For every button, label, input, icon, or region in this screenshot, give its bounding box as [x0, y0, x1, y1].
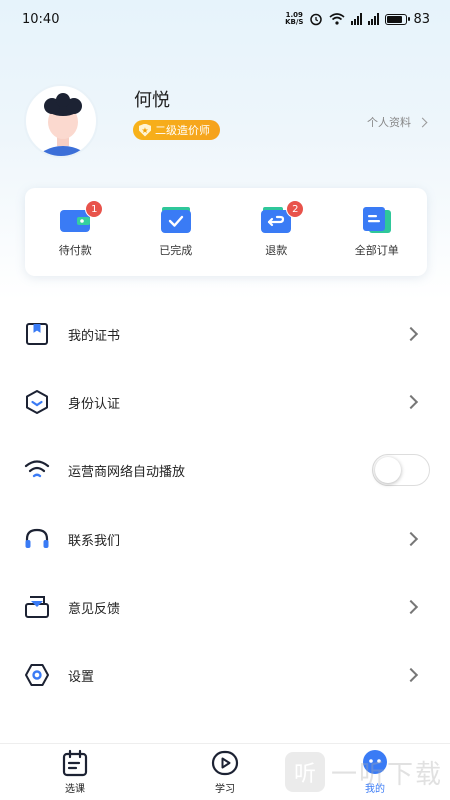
- completed-icon: [160, 207, 191, 233]
- settings-icon: [24, 662, 50, 688]
- alarm-icon: [310, 13, 323, 26]
- all-orders-icon: [362, 207, 391, 233]
- menu-item-feedback[interactable]: 意见反馈: [0, 577, 450, 637]
- feedback-icon: [24, 594, 50, 620]
- watermark-text: 一听下载: [331, 759, 444, 790]
- menu-item-contact[interactable]: 联系我们: [0, 509, 450, 569]
- user-name: 何悦: [134, 90, 170, 111]
- order-completed[interactable]: 已完成: [136, 206, 216, 258]
- signal-icon-2: [368, 13, 380, 25]
- menu-label: 意见反馈: [68, 601, 121, 617]
- toggle-knob: [375, 457, 401, 483]
- chevron-right-icon: [417, 117, 428, 127]
- nav-study[interactable]: 学习: [185, 749, 265, 795]
- nav-courses[interactable]: 选课: [35, 749, 115, 795]
- order-label: 已完成: [159, 244, 193, 257]
- net-speed-unit: KB/S: [285, 18, 304, 26]
- menu-item-identity[interactable]: 身份认证: [0, 372, 450, 432]
- watermark-logo: 听: [285, 752, 325, 792]
- identity-icon: [24, 389, 50, 415]
- autoplay-toggle[interactable]: [372, 454, 430, 486]
- play-icon: [211, 750, 239, 776]
- order-label: 待付款: [58, 244, 92, 257]
- calendar-icon: [62, 749, 88, 777]
- status-icons: 1.09 KB/S 83: [285, 12, 430, 27]
- menu-item-carrier-autoplay: 运营商网络自动播放: [0, 440, 450, 500]
- menu-label: 我的证书: [68, 328, 121, 344]
- order-badge: 2: [286, 200, 305, 218]
- level-badge: ★ 二级造价师: [133, 120, 220, 140]
- wifi-icon: [24, 457, 50, 483]
- net-speed: 1.09 KB/S: [285, 12, 303, 26]
- order-label: 退款: [265, 244, 288, 257]
- chevron-right-icon: [403, 326, 419, 342]
- menu-label: 身份认证: [68, 396, 121, 412]
- profile-link[interactable]: 个人资料: [367, 114, 428, 130]
- chevron-right-icon: [403, 531, 419, 547]
- menu-label: 运营商网络自动播放: [68, 464, 186, 480]
- nav-label: 学习: [215, 784, 235, 795]
- menu-label: 联系我们: [68, 533, 121, 549]
- nav-label: 选课: [65, 784, 85, 795]
- order-all[interactable]: 全部订单: [337, 206, 417, 258]
- watermark: 听 一听下载: [285, 750, 450, 794]
- wifi-status-icon: [329, 13, 345, 25]
- status-bar: 10:40 1.09 KB/S 83: [0, 0, 450, 38]
- battery-percent: 83: [413, 11, 430, 27]
- menu-label: 设置: [68, 669, 95, 685]
- profile-link-label: 个人资料: [367, 116, 411, 129]
- order-badge: 1: [85, 200, 104, 218]
- menu-item-certificates[interactable]: 我的证书: [0, 304, 450, 364]
- orders-card: 1 待付款 已完成 2 退款 全部订单: [25, 188, 427, 276]
- chevron-right-icon: [403, 599, 419, 615]
- headset-icon: [24, 526, 50, 552]
- menu-item-settings[interactable]: 设置: [0, 645, 450, 705]
- battery-icon: [385, 13, 411, 25]
- level-label: 二级造价师: [155, 124, 210, 137]
- order-pending-payment[interactable]: 1 待付款: [35, 200, 115, 258]
- certificate-icon: [24, 321, 50, 347]
- signal-icon-1: [351, 13, 363, 25]
- order-label: 全部订单: [354, 244, 399, 257]
- chevron-right-icon: [403, 667, 419, 683]
- shield-star-icon: ★: [139, 123, 151, 137]
- chevron-right-icon: [403, 394, 419, 410]
- order-refund[interactable]: 2 退款: [236, 200, 316, 258]
- status-time: 10:40: [22, 11, 60, 27]
- avatar[interactable]: [24, 84, 98, 158]
